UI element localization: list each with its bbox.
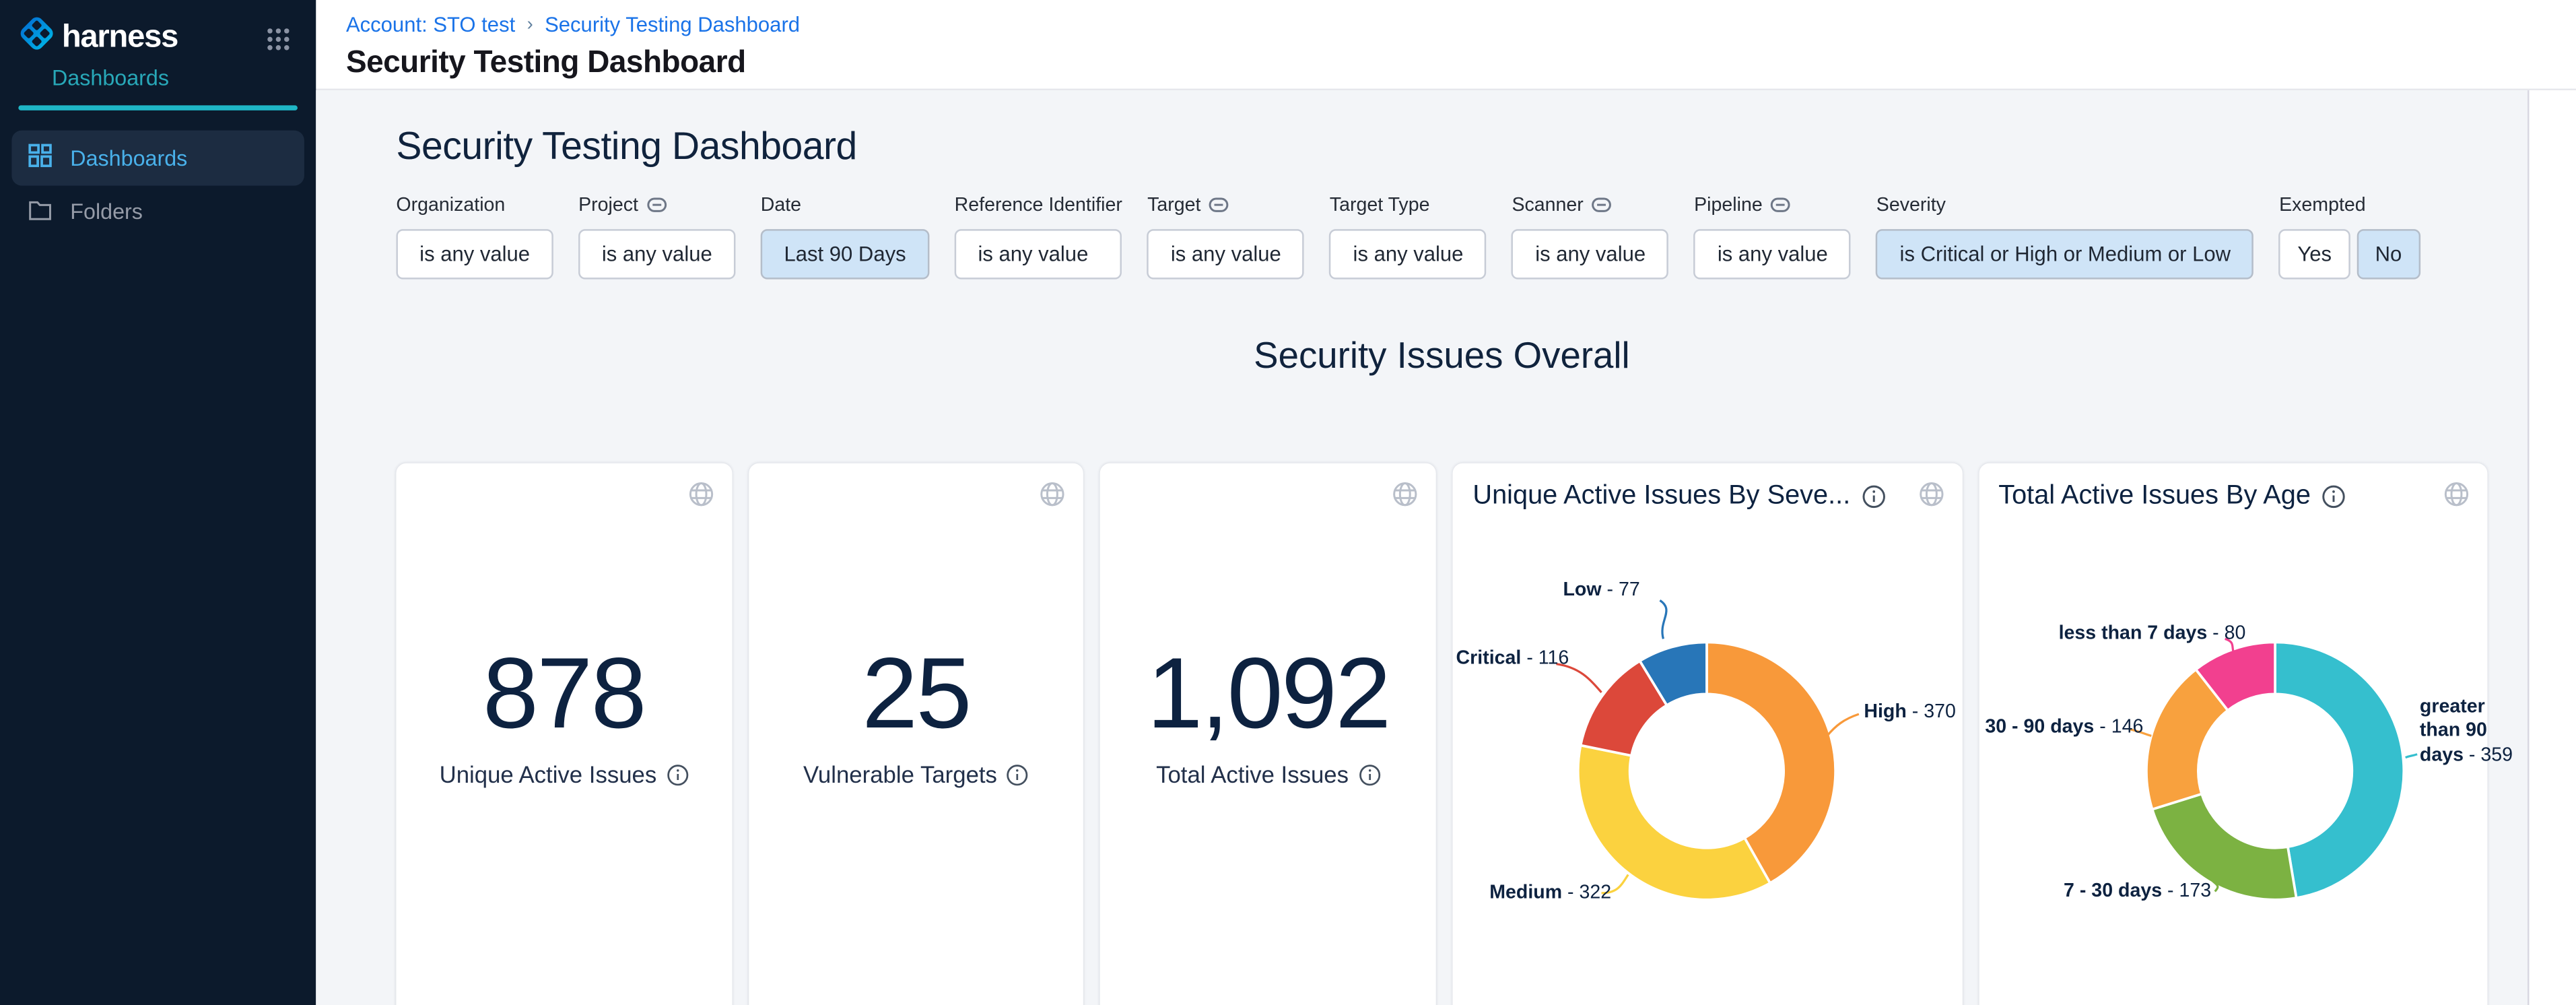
sidebar-item-label: Folders [70,199,143,224]
tile-total-active-issues-by-age: Total Active Issues By Age [1978,463,2487,1005]
page-header: Account: STO test › Security Testing Das… [316,0,2576,90]
filter-target-type: Target Type is any value [1330,193,1487,280]
sidebar-item-label: Dashboards [70,145,187,170]
tile-unique-active-issues: 878 Unique Active Issues [396,463,731,1005]
filter-exempted: Exempted Yes No [2279,193,2420,280]
pie-label-medium: Medium - 322 [1489,883,1611,903]
filter-label: Organization [396,193,553,218]
breadcrumb-page-link[interactable]: Security Testing Dashboard [545,13,800,37]
link-icon [1592,197,1612,212]
filter-label: Severity [1876,193,2254,218]
tile-unique-active-issues-by-severity: Unique Active Issues By Seve... [1453,463,1962,1005]
dashboard-canvas: Security Testing Dashboard [316,90,2528,1005]
pie-label-7-30-days: 7 - 30 days - 173 [2064,881,2211,901]
filter-label: Target Type [1330,193,1487,218]
filter-label: Target [1147,195,1200,215]
stat-label: Total Active Issues [1156,761,1349,788]
tile-total-active-issues: 1,092 Total Active Issues [1101,463,1436,1005]
tile-row: 878 Unique Active Issues [396,463,2487,1005]
exempted-no-button[interactable]: No [2357,229,2420,279]
severity-donut-chart[interactable] [1453,463,1963,1005]
filter-value-button[interactable]: Last 90 Days [761,229,930,279]
filter-label: Pipeline [1694,195,1763,215]
filter-severity: Severity is Critical or High or Medium o… [1876,193,2254,280]
link-icon [1209,197,1229,212]
app-viewport: harness Dashboards Dashboards [0,0,2576,1005]
product-label: Dashboards [0,62,316,90]
chevron-right-icon: › [527,15,533,35]
main-column: Account: STO test › Security Testing Das… [316,0,2576,1005]
filter-value-button[interactable]: is any value [578,229,735,279]
breadcrumb: Account: STO test › Security Testing Das… [346,13,2576,37]
filter-scanner: Scanner is any value [1512,193,1668,280]
sidebar-item-folders[interactable]: Folders [11,185,304,238]
stat-value: 25 [748,644,1083,744]
sidebar-nav: Dashboards Folders [0,110,316,238]
stat-value: 1,092 [1101,644,1436,744]
filter-pipeline: Pipeline is any value [1694,193,1851,280]
filter-organization: Organization is any value [396,193,553,280]
dashboards-icon [28,143,52,171]
stat-label: Unique Active Issues [440,761,657,788]
harness-logo-mark-icon [17,13,57,62]
harness-logo[interactable]: harness [17,13,178,62]
scrollbar-track[interactable] [2528,90,2576,1005]
filter-label: Project [578,195,638,215]
filter-value-button[interactable]: is Critical or High or Medium or Low [1876,229,2254,279]
folder-icon [28,198,52,225]
module-grid-icon[interactable] [267,28,292,53]
brand-name: harness [62,20,178,57]
stat-label: Vulnerable Targets [803,761,997,788]
globe-icon[interactable] [688,482,713,515]
sidebar-item-dashboards[interactable]: Dashboards [11,129,304,185]
stat-value: 878 [396,644,731,744]
content-row: Security Testing Dashboard [316,90,2576,1005]
filter-label: Exempted [2279,193,2420,218]
pie-label-greater-than-90-days: greater than 90 days - 359 [2420,696,2527,768]
filter-project: Project is any value [578,193,735,280]
page-title: Security Testing Dashboard [346,44,2576,81]
filter-reference-identifier: Reference Identifier is any value [955,193,1122,280]
link-icon [646,197,667,212]
pie-label-30-90-days: 30 - 90 days - 146 [1985,717,2143,738]
exempted-yes-button[interactable]: Yes [2279,229,2350,279]
pie-label-less-than-7-days: less than 7 days - 80 [2059,624,2246,644]
filter-date: Date Last 90 Days [761,193,930,280]
section-title: Security Issues Overall [396,335,2487,379]
globe-icon[interactable] [1392,482,1417,515]
filter-bar: Organization is any value Project is any… [396,193,2487,280]
filter-target: Target is any value [1147,193,1304,280]
pie-label-low: Low - 77 [1563,581,1639,601]
tile-vulnerable-targets: 25 Vulnerable Targets [748,463,1083,1005]
filter-value-button[interactable]: is any value [1694,229,1851,279]
filter-value-button[interactable]: is any value [1330,229,1487,279]
info-icon[interactable] [1359,763,1380,785]
dashboard-title: Security Testing Dashboard [396,124,2487,169]
filter-value-button[interactable]: is any value [1512,229,1668,279]
filter-label: Date [761,193,930,218]
breadcrumb-account-link[interactable]: Account: STO test [346,13,515,37]
globe-icon[interactable] [1040,482,1065,515]
info-icon[interactable] [667,763,688,785]
filter-value-button[interactable]: is any value [396,229,553,279]
filter-value-button[interactable]: is any value [955,229,1122,279]
sidebar: harness Dashboards Dashboards [0,0,316,1005]
pie-label-critical: Critical - 116 [1456,649,1569,669]
filter-label: Reference Identifier [955,193,1122,218]
link-icon [1771,197,1791,212]
pie-label-high: High - 370 [1864,703,1956,723]
filter-label: Scanner [1512,195,1583,215]
info-icon[interactable] [1007,763,1029,785]
filter-value-button[interactable]: is any value [1147,229,1304,279]
